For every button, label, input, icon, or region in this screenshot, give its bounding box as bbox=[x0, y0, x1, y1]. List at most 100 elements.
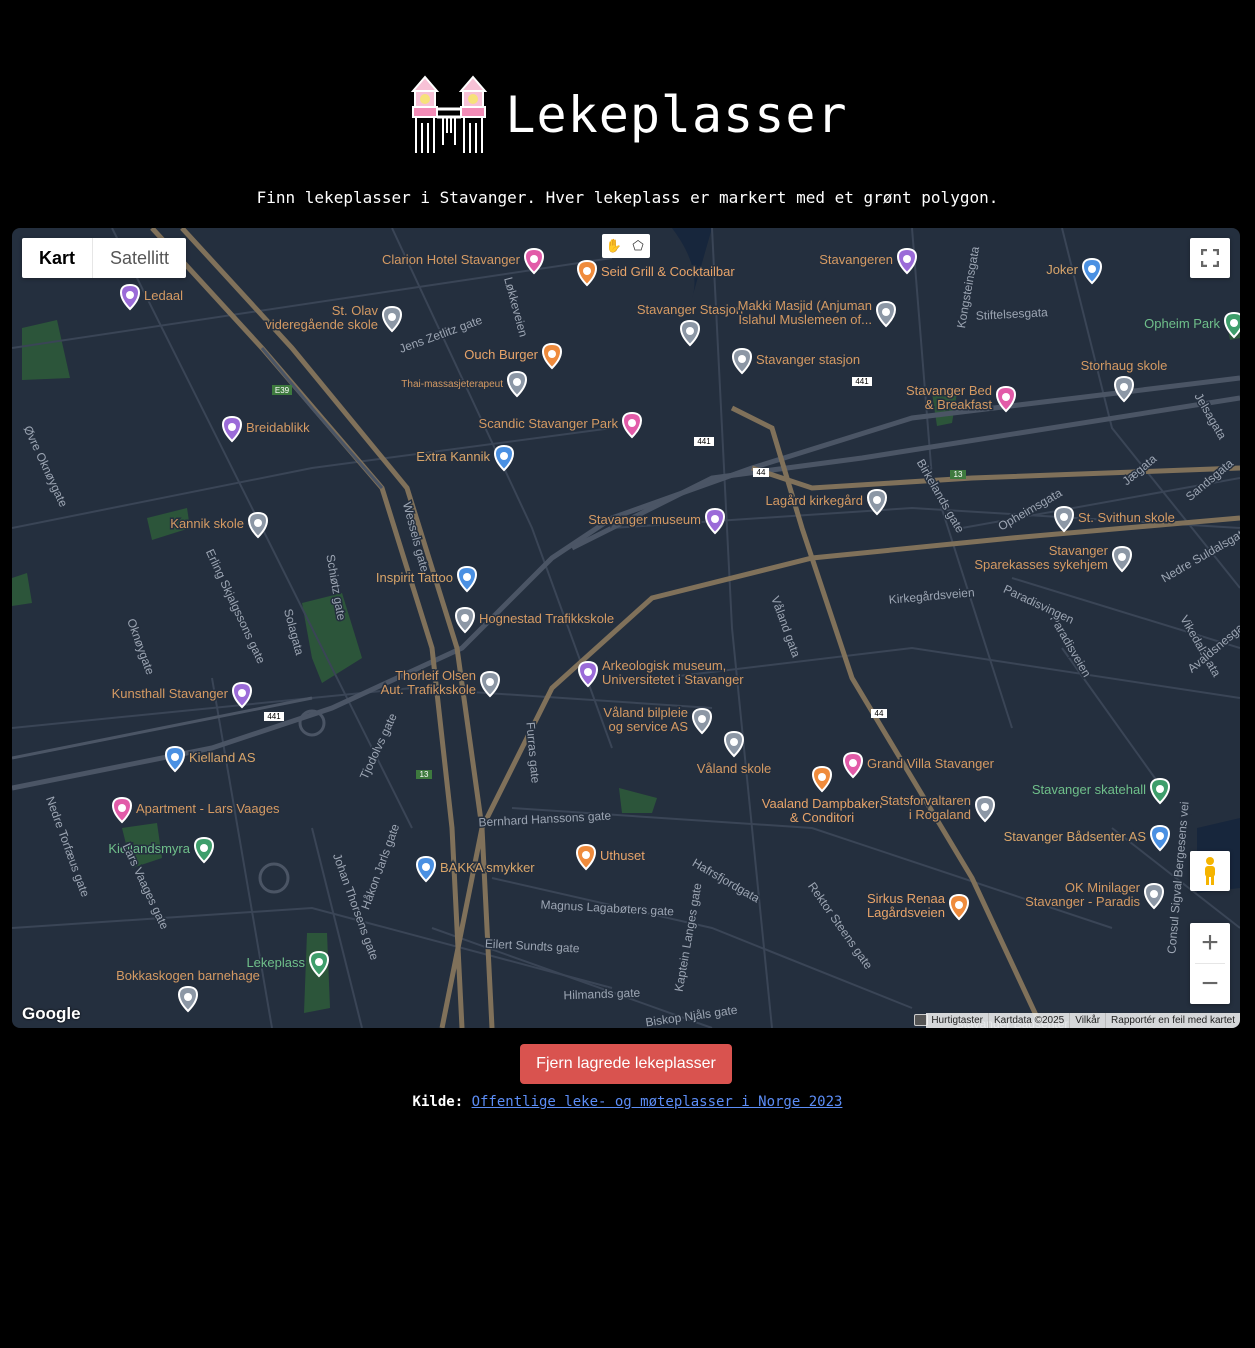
poi-label[interactable]: Thorleif Olsen bbox=[394, 667, 478, 685]
poi-marker[interactable]: St. Olavvideregående skole bbox=[264, 302, 402, 334]
poi-marker[interactable]: St. Svithun skole bbox=[1054, 505, 1177, 533]
poi-label[interactable]: Vaaland Dampbakeri bbox=[760, 795, 884, 813]
report-error-link[interactable]: Rapportér en feil med kartet bbox=[1105, 1013, 1240, 1028]
poi-label[interactable]: Apartment - Lars Vaages bbox=[135, 800, 282, 818]
poi-marker[interactable]: Joker bbox=[1045, 257, 1102, 285]
poi-label[interactable]: videregående skole bbox=[264, 316, 380, 334]
poi-marker[interactable]: Apartment - Lars Vaages bbox=[112, 796, 282, 824]
poi-label[interactable]: Breidablikk bbox=[245, 419, 312, 437]
poi-label[interactable]: Opheim Park bbox=[1143, 315, 1222, 333]
poi-marker[interactable]: Kunsthall Stavanger bbox=[110, 681, 252, 709]
poi-marker[interactable]: Kannik skole bbox=[169, 511, 268, 539]
poi-label[interactable]: & Breakfast bbox=[923, 396, 994, 414]
source-link[interactable]: Offentlige leke- og møteplasser i Norge … bbox=[472, 1094, 843, 1110]
poi-marker[interactable]: Våland bilpleieog service AS bbox=[602, 704, 712, 736]
poi-marker[interactable]: Stavangeren bbox=[818, 247, 917, 275]
poi-marker[interactable]: Breidablikk bbox=[222, 415, 312, 443]
poi-label[interactable]: St. Olav bbox=[330, 302, 380, 320]
poi-marker[interactable]: Arkeologisk museum,Universitetet i Stava… bbox=[578, 657, 746, 689]
street-view-button[interactable] bbox=[1190, 851, 1230, 891]
map-type-satellite[interactable]: Satellitt bbox=[93, 238, 186, 278]
poi-marker[interactable]: OK MinilagerStavanger - Paradis bbox=[1024, 879, 1164, 911]
poi-marker[interactable]: Stavanger Bådsenter AS bbox=[1002, 824, 1170, 852]
keyboard-shortcuts-link[interactable]: Hurtigtaster bbox=[926, 1013, 988, 1028]
poi-label[interactable]: Stavanger stasjon bbox=[755, 351, 862, 369]
poi-label[interactable]: OK Minilager bbox=[1063, 879, 1142, 897]
poi-marker[interactable]: Seid Grill & Cocktailbar bbox=[577, 259, 737, 287]
poi-label[interactable]: Universitetet i Stavanger bbox=[601, 671, 746, 689]
poi-label[interactable]: og service AS bbox=[607, 718, 690, 736]
poi-marker[interactable]: Scandic Stavanger Park bbox=[477, 411, 642, 439]
polygon-tool-icon[interactable]: ⬠ bbox=[626, 234, 650, 258]
map-type-control[interactable]: Kart Satellitt bbox=[22, 238, 187, 278]
poi-label[interactable]: & Conditori bbox=[788, 809, 855, 827]
map-canvas[interactable]: E39 441 441 441 44 44 13 13 Clarion Hote… bbox=[12, 228, 1240, 1028]
poi-label[interactable]: Stavanger Bed bbox=[904, 382, 993, 400]
poi-marker[interactable]: Hognestad Trafikkskole bbox=[455, 606, 616, 634]
poi-label[interactable]: Våland bilpleie bbox=[602, 704, 690, 722]
poi-marker[interactable]: Statsforvaltareni Rogaland bbox=[878, 792, 995, 824]
poi-marker[interactable]: Clarion Hotel Stavanger bbox=[380, 247, 544, 275]
poi-label[interactable]: Sirkus Renaa bbox=[865, 890, 947, 908]
poi-label[interactable]: Sparekasses sykehjem bbox=[973, 556, 1110, 574]
poi-label[interactable]: BAKKA smykker bbox=[439, 859, 537, 877]
poi-label[interactable]: Clarion Hotel Stavanger bbox=[380, 251, 522, 269]
map-type-map[interactable]: Kart bbox=[22, 238, 94, 278]
poi-label[interactable]: Våland skole bbox=[695, 760, 772, 778]
poi-marker[interactable]: Uthuset bbox=[576, 843, 647, 871]
poi-label[interactable]: Storhaug skole bbox=[1079, 357, 1169, 375]
poi-marker[interactable]: Opheim Park bbox=[1143, 311, 1240, 339]
poi-label[interactable]: Hognestad Trafikkskole bbox=[478, 610, 616, 628]
poi-label[interactable]: Inspirit Tattoo bbox=[374, 569, 454, 587]
poi-label[interactable]: Thai-massasjeterapeut bbox=[400, 378, 505, 392]
poi-label[interactable]: Stavanger - Paradis bbox=[1024, 893, 1142, 911]
poi-marker[interactable]: Ledaal bbox=[120, 283, 185, 311]
drawing-tools[interactable]: ✋ ⬠ bbox=[602, 234, 650, 258]
poi-label[interactable]: Lagårdsveien bbox=[865, 904, 946, 922]
poi-marker[interactable]: BAKKA smykker bbox=[416, 855, 537, 883]
poi-marker[interactable]: Stavanger Stasjon bbox=[635, 301, 745, 347]
poi-label[interactable]: Scandic Stavanger Park bbox=[477, 415, 620, 433]
poi-label[interactable]: Stavanger Bådsenter AS bbox=[1002, 828, 1148, 846]
poi-label[interactable]: Lagård kirkegård bbox=[764, 492, 865, 510]
poi-label[interactable]: St. Svithun skole bbox=[1077, 509, 1177, 527]
poi-marker[interactable]: Ouch Burger bbox=[463, 342, 562, 370]
poi-label[interactable]: Bokkaskogen barnehage bbox=[115, 967, 262, 985]
poi-marker[interactable]: Vaaland Dampbakeri& Conditori bbox=[760, 765, 884, 827]
poi-marker[interactable]: Bokkaskogen barnehage bbox=[115, 967, 262, 1013]
poi-label[interactable]: Joker bbox=[1045, 261, 1080, 279]
poi-marker[interactable]: Kielland AS bbox=[165, 745, 258, 773]
poi-marker[interactable]: Grand Villa Stavanger bbox=[843, 751, 997, 779]
poi-marker[interactable]: Stavanger skatehall bbox=[1030, 777, 1170, 805]
hand-tool-icon[interactable]: ✋ bbox=[602, 234, 626, 258]
poi-marker[interactable]: Thai-massasjeterapeut bbox=[400, 370, 527, 398]
poi-label[interactable]: Stavangeren bbox=[818, 251, 895, 269]
poi-marker[interactable]: Thorleif OlsenAut. Trafikkskole bbox=[379, 667, 500, 699]
poi-label[interactable]: Grand Villa Stavanger bbox=[866, 755, 997, 773]
clear-saved-playgrounds-button[interactable]: Fjern lagrede lekeplasser bbox=[520, 1044, 732, 1084]
poi-label[interactable]: Aut. Trafikkskole bbox=[379, 681, 477, 699]
poi-label[interactable]: Ouch Burger bbox=[463, 346, 540, 364]
poi-marker[interactable]: Extra Kannik bbox=[415, 444, 514, 472]
zoom-control[interactable]: + − bbox=[1190, 923, 1230, 1004]
poi-label[interactable]: Kunsthall Stavanger bbox=[110, 685, 230, 703]
poi-label[interactable]: Stavanger skatehall bbox=[1030, 781, 1147, 799]
fullscreen-button[interactable] bbox=[1190, 238, 1230, 278]
poi-label[interactable]: Islahul Muslemeen of... bbox=[737, 311, 874, 329]
poi-label[interactable]: Ledaal bbox=[143, 287, 185, 305]
poi-label[interactable]: Stavanger bbox=[1047, 542, 1110, 560]
poi-marker[interactable]: Storhaug skole bbox=[1079, 357, 1169, 403]
poi-label[interactable]: Seid Grill & Cocktailbar bbox=[600, 263, 737, 281]
poi-marker[interactable]: Stavanger museum bbox=[587, 507, 725, 535]
terms-link[interactable]: Vilkår bbox=[1069, 1013, 1105, 1028]
poi-marker[interactable]: Våland skole bbox=[695, 730, 773, 778]
poi-label[interactable]: Stavanger museum bbox=[587, 511, 703, 529]
zoom-in-button[interactable]: + bbox=[1190, 923, 1230, 963]
poi-marker[interactable]: Stavanger Bed& Breakfast bbox=[904, 382, 1016, 414]
poi-marker[interactable]: Stavanger stasjon bbox=[732, 347, 862, 375]
poi-label[interactable]: Statsforvaltaren bbox=[878, 792, 972, 810]
poi-label[interactable]: i Rogaland bbox=[907, 806, 972, 824]
poi-marker[interactable]: Makki Masjid (AnjumanIslahul Muslemeen o… bbox=[736, 297, 896, 329]
poi-marker[interactable]: StavangerSparekasses sykehjem bbox=[973, 542, 1132, 574]
poi-label[interactable]: Kielland AS bbox=[188, 749, 258, 767]
